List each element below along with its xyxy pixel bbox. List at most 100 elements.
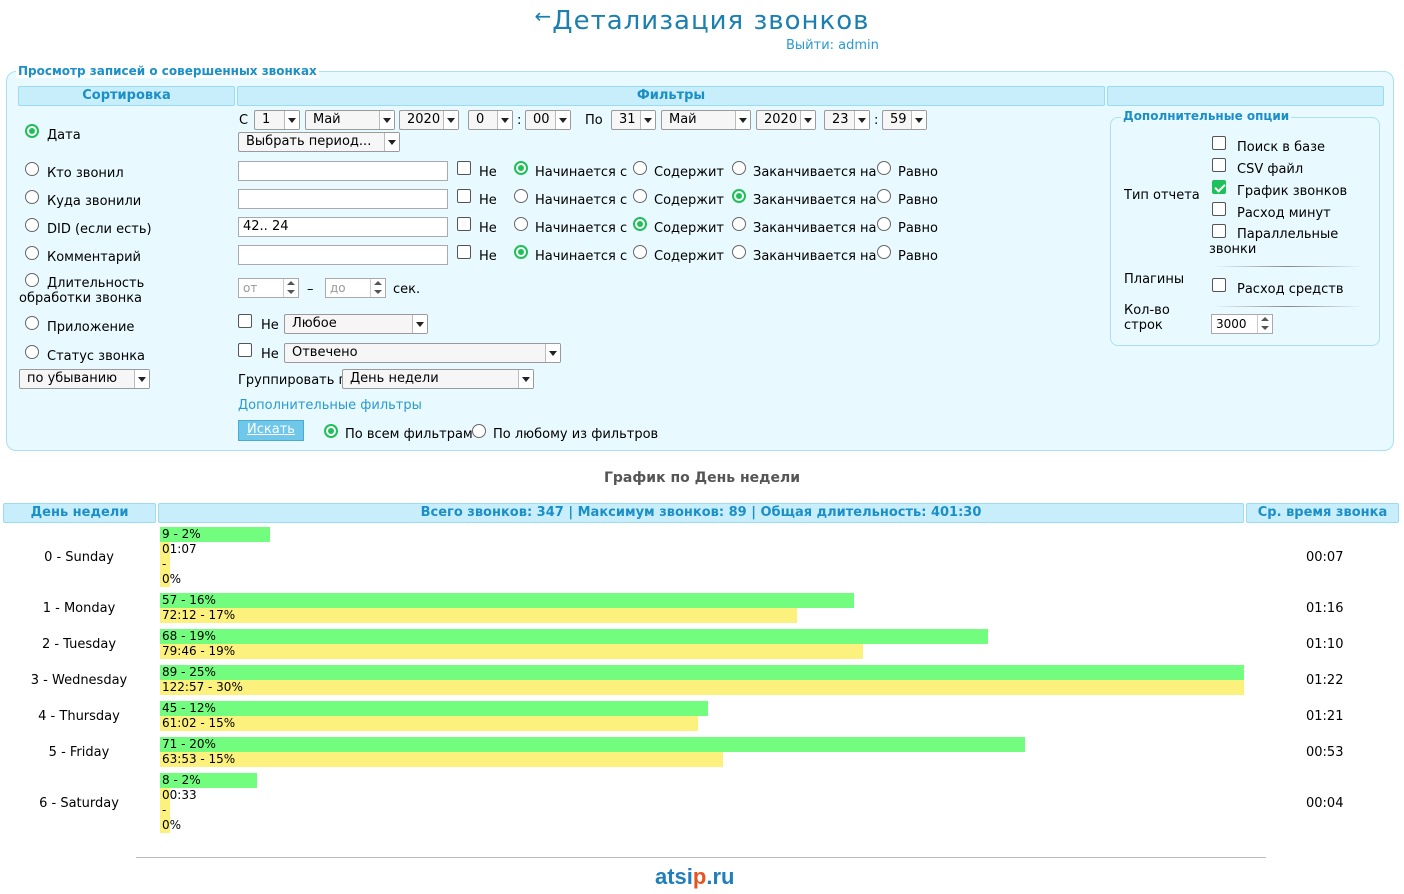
- match-all-label: По всем фильтрам: [345, 427, 473, 442]
- from-hour-select[interactable]: 0: [468, 110, 513, 130]
- count-bar-1: 57 - 16%: [160, 593, 855, 608]
- order-select[interactable]: по убыванию: [19, 369, 150, 389]
- sort-label-2: Куда звонили: [47, 194, 142, 209]
- duration-dash: –: [307, 282, 314, 297]
- summary-column-header: Всего звонков: 347 | Максимум звонков: 8…: [158, 503, 1244, 523]
- group-by-label: Группировать по: [238, 373, 355, 388]
- to-day-select[interactable]: 31: [611, 110, 656, 130]
- plugin-label: Расход средств: [1237, 282, 1344, 297]
- filter-not-checkbox-2[interactable]: [457, 217, 471, 231]
- footer-divider: [136, 857, 1266, 858]
- duration-bar-1: 72:12 - 17%: [160, 608, 797, 623]
- period-select[interactable]: Выбрать период...: [238, 132, 400, 152]
- sort-radio-1[interactable]: [25, 162, 39, 176]
- filter-input-3[interactable]: [238, 245, 448, 265]
- back-arrow-icon[interactable]: ←: [535, 4, 553, 28]
- filter-not-label-3: Не: [479, 249, 497, 264]
- day-label-0: 0 - Sunday: [44, 550, 114, 565]
- duration-dash-6: -: [162, 803, 167, 817]
- filter-not-checkbox-3[interactable]: [457, 245, 471, 259]
- filter-equals-radio-0[interactable]: [877, 161, 891, 175]
- to-year-select[interactable]: 2020: [756, 110, 816, 130]
- filter-contains-label-1: Содержит: [654, 193, 725, 208]
- rows-input[interactable]: 3000: [1211, 314, 1273, 334]
- atsip-logo[interactable]: atsip.ru: [655, 864, 735, 890]
- status-not-checkbox[interactable]: [238, 343, 252, 357]
- filter-contains-label-2: Содержит: [654, 221, 725, 236]
- duration-pct-0: 0%: [162, 572, 182, 586]
- filter-not-checkbox-1[interactable]: [457, 189, 471, 203]
- group-by-select[interactable]: День недели: [342, 369, 534, 389]
- options-divider: [1213, 266, 1363, 267]
- sort-label-3: DID (если есть): [47, 222, 152, 237]
- sort-radio-6[interactable]: [25, 316, 39, 330]
- filter-equals-radio-1[interactable]: [877, 189, 891, 203]
- report-type-checkbox-1[interactable]: [1212, 158, 1226, 172]
- sort-radio-3[interactable]: [25, 218, 39, 232]
- report-type-checkbox-3[interactable]: [1212, 202, 1226, 216]
- avg-time-5: 00:53: [1306, 745, 1344, 760]
- to-minute-select[interactable]: 59: [882, 110, 927, 130]
- from-minute-select[interactable]: 00: [525, 110, 571, 130]
- sort-label-0: Дата: [47, 128, 81, 143]
- filter-equals-radio-2[interactable]: [877, 217, 891, 231]
- app-select[interactable]: Любое: [284, 314, 428, 334]
- filter-starts-label-2: Начинается с: [535, 221, 628, 236]
- sort-radio-4[interactable]: [25, 246, 39, 260]
- app-not-checkbox[interactable]: [238, 314, 252, 328]
- filter-contains-radio-3[interactable]: [633, 245, 647, 259]
- filter-contains-radio-0[interactable]: [633, 161, 647, 175]
- extra-options-legend: Дополнительные опции: [1121, 109, 1292, 123]
- filter-ends-radio-2[interactable]: [732, 217, 746, 231]
- filter-starts-radio-0[interactable]: [514, 161, 528, 175]
- more-filters-link[interactable]: Дополнительные фильтры: [238, 398, 422, 413]
- filter-input-1[interactable]: [238, 189, 448, 209]
- sort-radio-7[interactable]: [25, 345, 39, 359]
- report-type-checkbox-0[interactable]: [1212, 136, 1226, 150]
- filter-starts-label-3: Начинается с: [535, 249, 628, 264]
- options-divider: [1213, 306, 1363, 307]
- to-hour-select[interactable]: 23: [824, 110, 870, 130]
- sort-radio-2[interactable]: [25, 190, 39, 204]
- filter-ends-radio-1[interactable]: [732, 189, 746, 203]
- from-day-select[interactable]: 1: [254, 110, 300, 130]
- from-month-select[interactable]: Май: [305, 110, 395, 130]
- from-year-select[interactable]: 2020: [399, 110, 459, 130]
- filter-ends-radio-3[interactable]: [732, 245, 746, 259]
- filter-starts-radio-3[interactable]: [514, 245, 528, 259]
- report-type-label-2: График звонков: [1237, 184, 1348, 199]
- filter-equals-radio-3[interactable]: [877, 245, 891, 259]
- filter-input-2[interactable]: 42.. 24: [238, 217, 448, 237]
- status-select[interactable]: Отвечено: [284, 343, 561, 363]
- filter-contains-radio-1[interactable]: [633, 189, 647, 203]
- day-column-header: День недели: [3, 503, 156, 523]
- day-label-1: 1 - Monday: [42, 601, 116, 616]
- search-button[interactable]: Искать: [238, 420, 304, 441]
- avg-time-4: 01:21: [1306, 709, 1344, 724]
- filter-input-0[interactable]: [238, 161, 448, 181]
- sort-column-header: Сортировка: [18, 86, 235, 106]
- filter-starts-radio-2[interactable]: [514, 217, 528, 231]
- filter-ends-label-2: Заканчивается на: [753, 221, 877, 236]
- filter-not-label-0: Не: [479, 165, 497, 180]
- duration-from-input[interactable]: от: [238, 278, 299, 298]
- day-label-2: 2 - Tuesday: [41, 637, 117, 652]
- filter-contains-radio-2[interactable]: [633, 217, 647, 231]
- report-type-checkbox-2[interactable]: [1212, 180, 1226, 194]
- plugin-checkbox[interactable]: [1212, 278, 1226, 292]
- filter-equals-label-2: Равно: [898, 221, 938, 236]
- duration-to-input[interactable]: до: [325, 278, 386, 298]
- match-all-radio[interactable]: [324, 424, 338, 438]
- count-bar-2: 68 - 19%: [160, 629, 989, 644]
- filter-starts-radio-1[interactable]: [514, 189, 528, 203]
- report-type-label: Тип отчета: [1124, 188, 1200, 203]
- to-month-select[interactable]: Май: [661, 110, 751, 130]
- avg-time-3: 01:22: [1306, 673, 1344, 688]
- filter-not-checkbox-0[interactable]: [457, 161, 471, 175]
- match-any-radio[interactable]: [472, 424, 486, 438]
- logout-link[interactable]: Выйти: admin: [786, 38, 879, 53]
- filter-ends-radio-0[interactable]: [732, 161, 746, 175]
- report-type-label-3: Расход минут: [1237, 206, 1331, 221]
- sort-radio-0[interactable]: [25, 124, 39, 138]
- rows-label: Кол-во строк: [1124, 303, 1170, 333]
